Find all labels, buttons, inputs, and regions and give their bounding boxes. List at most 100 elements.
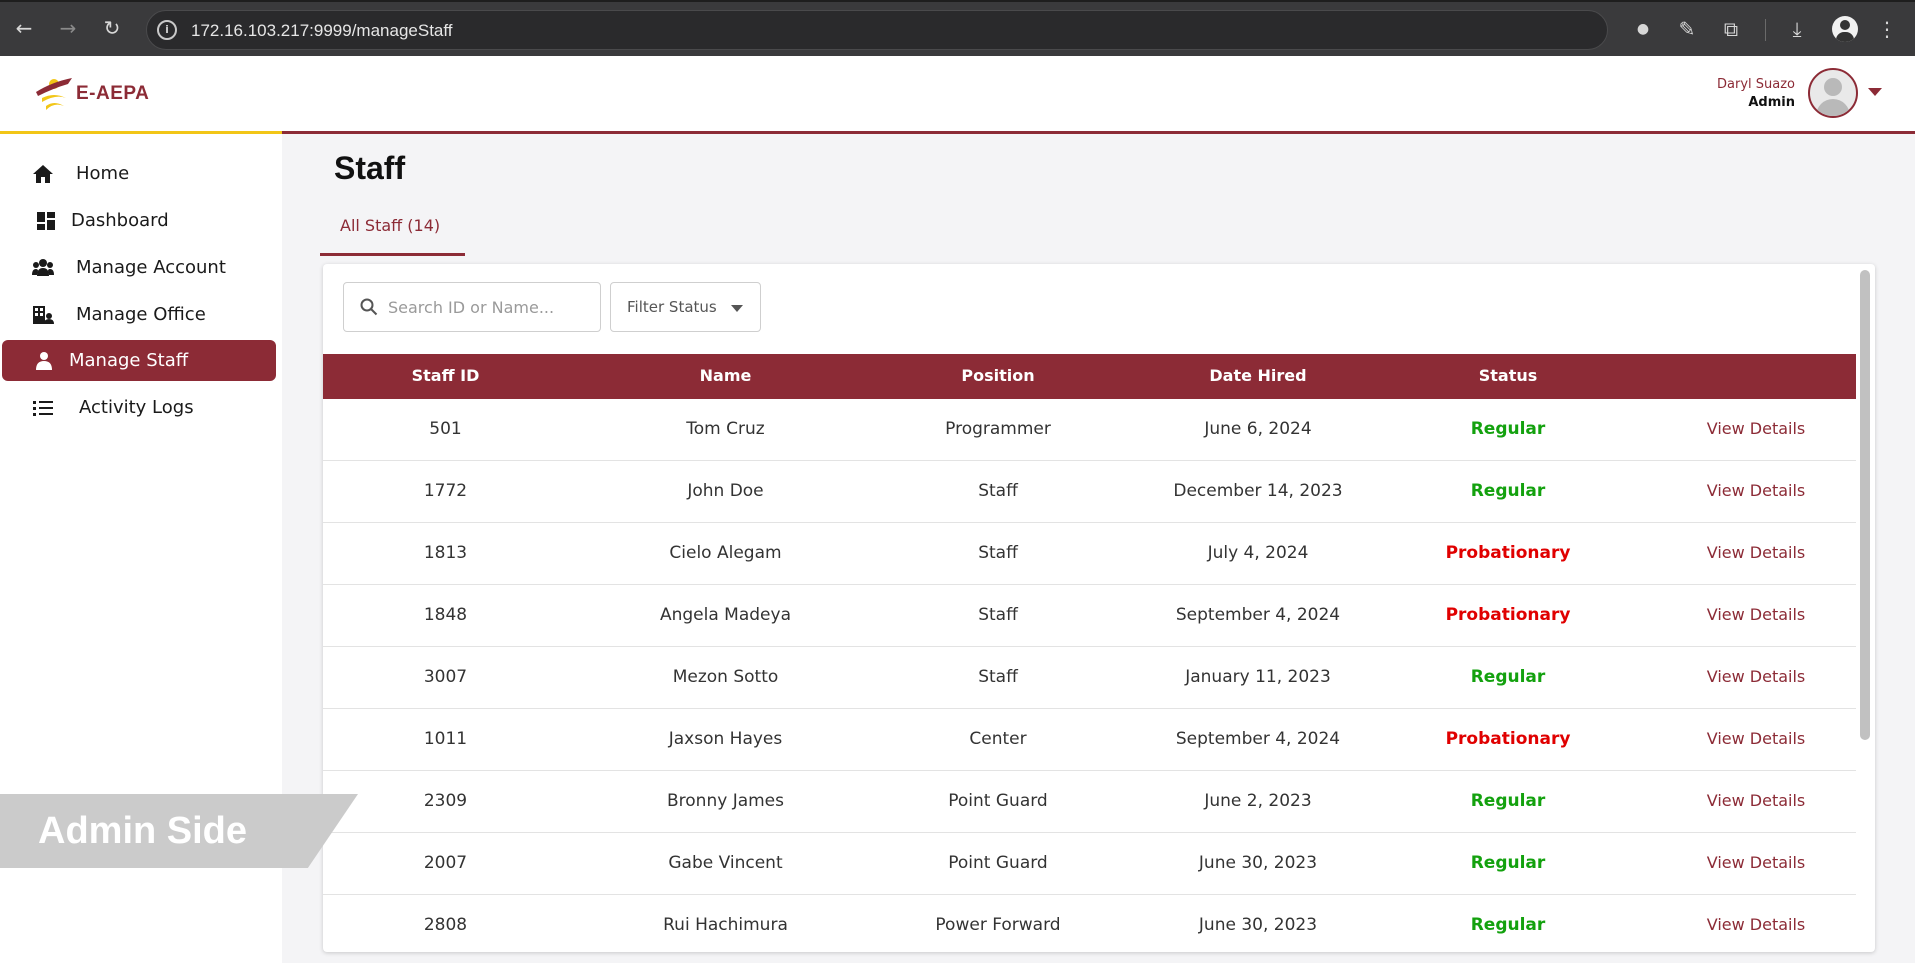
search-icon (360, 298, 378, 316)
filter-status-dropdown[interactable]: Filter Status (610, 282, 761, 332)
status-badge: Regular (1470, 419, 1546, 439)
name-cell: John Doe (687, 481, 764, 501)
status-badge: Probationary (1445, 543, 1571, 563)
view-details-link[interactable]: View Details (1621, 915, 1875, 934)
name-cell: Angela Madeya (659, 605, 791, 625)
home-icon (33, 165, 53, 183)
table-row: 1813 Cielo Alegam Staff July 4, 2024 Pro… (323, 523, 1856, 585)
name-cell: Tom Cruz (686, 419, 765, 439)
date-hired-cell: January 11, 2023 (1185, 667, 1331, 687)
users-icon (32, 259, 54, 276)
status-badge: Regular (1470, 481, 1546, 501)
staff-id-cell: 3007 (423, 667, 468, 687)
view-details-link[interactable]: View Details (1621, 543, 1875, 562)
sidebar-item-manage-office[interactable]: Manage Office (2, 294, 276, 335)
url-text[interactable]: 172.16.103.217:9999/manageStaff (191, 21, 453, 41)
view-details-link[interactable]: View Details (1621, 419, 1875, 438)
position-cell: Staff (978, 543, 1018, 563)
dashboard-icon (37, 212, 55, 230)
position-cell: Staff (978, 667, 1018, 687)
column-header-date-hired[interactable]: Date Hired (1123, 366, 1393, 385)
table-row: 1011 Jaxson Hayes Center September 4, 20… (323, 709, 1856, 771)
date-hired-cell: June 30, 2023 (1198, 853, 1318, 873)
column-header-name[interactable]: Name (578, 366, 873, 385)
extensions-puzzle-icon[interactable]: ⧉ (1716, 14, 1746, 44)
filter-status-label: Filter Status (627, 298, 717, 316)
download-icon[interactable]: ⤓ (1782, 14, 1812, 44)
user-role: Admin (1748, 95, 1795, 110)
toolbar-divider (1765, 19, 1766, 41)
person-icon (36, 352, 52, 370)
app-header (0, 56, 1915, 132)
status-badge: Regular (1470, 791, 1546, 811)
sidebar-item-label: Manage Staff (69, 350, 189, 371)
date-hired-cell: June 6, 2024 (1204, 419, 1312, 439)
staff-id-cell: 2808 (423, 915, 468, 935)
logo-mark-icon (36, 78, 72, 110)
sidebar-item-dashboard[interactable]: Dashboard (2, 200, 276, 241)
view-details-link[interactable]: View Details (1621, 605, 1875, 624)
table-scrollbar[interactable] (1860, 270, 1870, 740)
watermark-text: Admin Side (38, 810, 248, 852)
sidebar-item-label: Manage Office (76, 304, 206, 325)
position-cell: Point Guard (948, 853, 1048, 873)
staff-id-cell: 1772 (423, 481, 468, 501)
sidebar-item-label: Activity Logs (79, 397, 194, 418)
name-cell: Gabe Vincent (668, 853, 783, 873)
column-header-staff-id[interactable]: Staff ID (323, 366, 568, 385)
status-badge: Probationary (1445, 605, 1571, 625)
search-field[interactable] (343, 282, 601, 332)
staff-id-cell: 2007 (423, 853, 468, 873)
table-row: 3007 Mezon Sotto Staff January 11, 2023 … (323, 647, 1856, 709)
sidebar-item-home[interactable]: Home (2, 153, 276, 194)
eyedropper-icon[interactable]: ✎ (1672, 14, 1702, 44)
sidebar-item-label: Manage Account (76, 257, 226, 278)
sidebar-item-activity-logs[interactable]: Activity Logs (2, 387, 276, 428)
status-badge: Regular (1470, 667, 1546, 687)
view-details-link[interactable]: View Details (1621, 791, 1875, 810)
search-input[interactable] (388, 291, 588, 323)
avatar[interactable] (1808, 68, 1858, 118)
staff-id-cell: 1813 (423, 543, 468, 563)
reload-icon[interactable]: ↻ (98, 14, 126, 42)
sidebar-item-manage-staff[interactable]: Manage Staff (2, 340, 276, 381)
user-name: Daryl Suazo (1717, 77, 1795, 92)
browser-menu-icon[interactable]: ⋮ (1872, 14, 1902, 44)
view-details-link[interactable]: View Details (1621, 667, 1875, 686)
tab-all-staff[interactable]: All Staff (14) (320, 204, 465, 256)
name-cell: Rui Hachimura (663, 915, 788, 935)
app-logo[interactable]: E-AEPA (32, 72, 192, 114)
position-cell: Staff (978, 481, 1018, 501)
view-details-link[interactable]: View Details (1621, 853, 1875, 872)
table-row: 1848 Angela Madeya Staff September 4, 20… (323, 585, 1856, 647)
position-cell: Programmer (945, 419, 1051, 439)
sidebar-item-manage-account[interactable]: Manage Account (2, 247, 276, 288)
forward-icon[interactable]: → (54, 14, 82, 42)
logo-text: E-AEPA (76, 83, 150, 104)
table-row: 2007 Gabe Vincent Point Guard June 30, 2… (323, 833, 1856, 895)
date-hired-cell: June 30, 2023 (1198, 915, 1318, 935)
name-cell: Bronny James (667, 791, 784, 811)
column-header-status[interactable]: Status (1373, 366, 1643, 385)
name-cell: Jaxson Hayes (668, 729, 783, 749)
avatar-head (1824, 78, 1842, 96)
staff-table-card: Filter Status Staff ID Name Position Dat… (323, 264, 1875, 952)
address-bar[interactable]: i 172.16.103.217:9999/manageStaff (146, 10, 1608, 50)
column-header-position[interactable]: Position (863, 366, 1133, 385)
position-cell: Center (969, 729, 1027, 749)
view-details-link[interactable]: View Details (1621, 481, 1875, 500)
view-details-link[interactable]: View Details (1621, 729, 1875, 748)
chevron-down-icon[interactable] (1868, 88, 1882, 96)
browser-profile-icon[interactable] (1832, 16, 1858, 42)
staff-id-cell: 1848 (423, 605, 468, 625)
list-icon (33, 401, 53, 416)
chevron-down-icon (731, 305, 743, 312)
date-hired-cell: July 4, 2024 (1207, 543, 1309, 563)
back-icon[interactable]: ← (10, 14, 38, 42)
site-info-icon[interactable]: i (157, 20, 177, 40)
extension-icon[interactable]: ● (1628, 14, 1658, 44)
status-badge: Regular (1470, 915, 1546, 935)
table-row: 1772 John Doe Staff December 14, 2023 Re… (323, 461, 1856, 523)
header-brand-line (282, 131, 1915, 134)
name-cell: Mezon Sotto (672, 667, 779, 687)
